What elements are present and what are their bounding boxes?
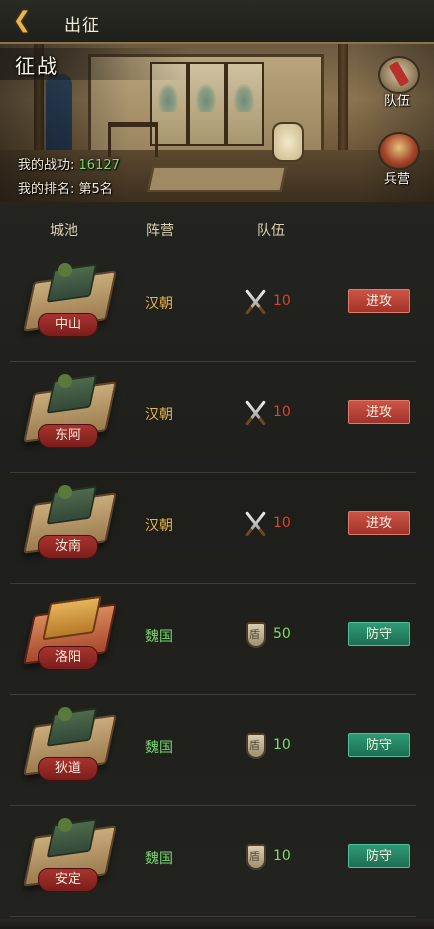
city-name: 东阿 (38, 424, 98, 448)
city-tree (58, 374, 72, 388)
team-count: 10 (273, 848, 291, 864)
crossed-swords-icon (242, 398, 270, 430)
barracks-button-label: 兵营 (383, 172, 410, 187)
city-tree (58, 818, 72, 832)
header-team: 队伍 (257, 223, 285, 239)
my-merit-label: 我的战功: (18, 158, 75, 173)
shield-icon (246, 622, 266, 648)
page-title: 出征 (64, 16, 100, 36)
city-name: 狄道 (38, 757, 98, 781)
attack-button[interactable]: 进攻 (348, 400, 410, 424)
shield-icon (246, 733, 266, 759)
defend-button[interactable]: 防守 (348, 622, 410, 646)
city-name: 中山 (38, 313, 98, 337)
crossed-swords-icon (242, 287, 270, 319)
top-bar: ❮ 出征 (0, 0, 434, 44)
camp-name: 汉朝 (145, 518, 173, 534)
camp-name: 魏国 (145, 851, 173, 867)
bottom-edge (0, 919, 434, 929)
city-list: 城池 阵营 队伍 中山 汉朝 10 进攻 东阿 汉朝 10 进攻 汝南 汉朝 1… (0, 205, 434, 929)
list-item: 中山 汉朝 10 进攻 (10, 251, 416, 362)
campaign-banner: 征战 我的战功: 16127 我的排名: 第5名 队伍 兵营 (0, 44, 434, 205)
defend-button[interactable]: 防守 (348, 844, 410, 868)
defend-button[interactable]: 防守 (348, 733, 410, 757)
header-camp: 阵营 (146, 223, 174, 239)
camp-name: 汉朝 (145, 407, 173, 423)
banner-flag-icon (378, 56, 420, 94)
team-count: 10 (273, 737, 291, 753)
back-arrow-icon: ❮ (12, 8, 32, 33)
my-rank: 我的排名: 第5名 (18, 178, 113, 197)
my-rank-value: 第5名 (78, 182, 113, 197)
city-tree (58, 485, 72, 499)
list-header: 城池 阵营 队伍 (0, 205, 434, 251)
barracks-icon (378, 132, 420, 170)
team-count: 10 (273, 293, 291, 309)
list-item: 狄道 魏国 10 防守 (10, 695, 416, 806)
attack-button[interactable]: 进攻 (348, 511, 410, 535)
camp-name: 汉朝 (145, 296, 173, 312)
team-count: 10 (273, 404, 291, 420)
list-item: 洛阳 魏国 50 防守 (10, 584, 416, 695)
team-button-label: 队伍 (383, 94, 410, 109)
list-item: 汝南 汉朝 10 进攻 (10, 473, 416, 584)
banner-title: 征战 (15, 54, 59, 78)
team-count: 50 (273, 626, 291, 642)
city-name: 安定 (38, 868, 98, 892)
city-name: 洛阳 (38, 646, 98, 670)
list-item: 东阿 汉朝 10 进攻 (10, 362, 416, 473)
attack-button[interactable]: 进攻 (348, 289, 410, 313)
team-button[interactable]: 队伍 (374, 56, 420, 109)
list-item: 安定 魏国 10 防守 (10, 806, 416, 917)
city-tree (58, 707, 72, 721)
barracks-button[interactable]: 兵营 (374, 132, 420, 187)
camp-name: 魏国 (145, 629, 173, 645)
crossed-swords-icon (242, 509, 270, 541)
my-rank-label: 我的排名: (18, 182, 75, 197)
shield-icon (246, 844, 266, 870)
city-tree (58, 263, 72, 277)
header-city: 城池 (50, 223, 78, 239)
city-name: 汝南 (38, 535, 98, 559)
back-button[interactable]: ❮ (10, 9, 34, 33)
my-merit-value: 16127 (78, 158, 120, 173)
camp-name: 魏国 (145, 740, 173, 756)
my-merit: 我的战功: 16127 (18, 154, 120, 173)
team-count: 10 (273, 515, 291, 531)
